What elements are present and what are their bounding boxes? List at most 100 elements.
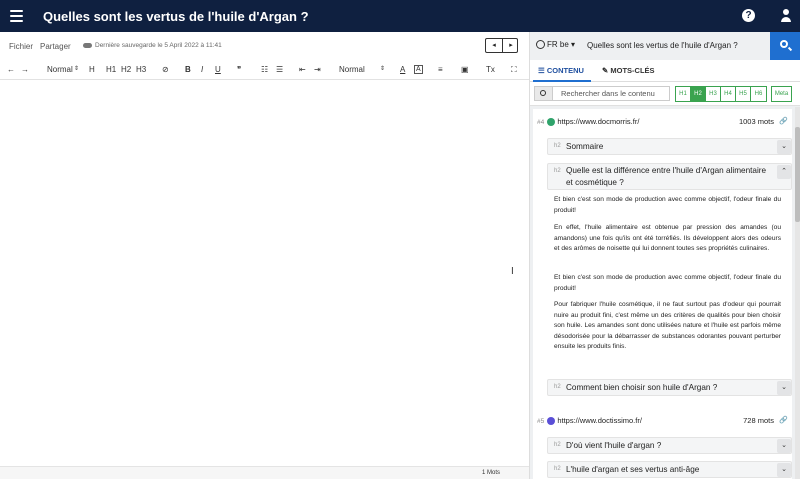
result-rank: #4 (537, 119, 545, 126)
filter-h1[interactable]: H1 (676, 87, 691, 101)
font-size-select[interactable]: Normal (339, 65, 365, 74)
outdent-icon[interactable]: ⇤ (299, 65, 306, 74)
paragraph-style-select[interactable]: Normal (47, 65, 73, 74)
undo-icon[interactable]: ← (7, 65, 15, 74)
chevron-up-icon[interactable]: ⌃ (777, 165, 791, 179)
menu-fichier[interactable]: Fichier (9, 42, 33, 51)
result-word-count: 1003 mots (738, 117, 774, 126)
content-search-placeholder: Rechercher dans le contenu (561, 89, 655, 98)
user-icon[interactable] (779, 9, 792, 23)
heading-row[interactable]: h2 D'où vient l'huile d'argan ? ⌄ (547, 437, 792, 454)
heading-row[interactable]: h2 Quelle est la différence entre l'huil… (547, 163, 792, 190)
search-button[interactable] (770, 32, 800, 60)
prev-version-button[interactable]: ◂ (486, 39, 502, 52)
menu-partager[interactable]: Partager (40, 42, 71, 51)
redo-icon[interactable]: → (21, 65, 29, 74)
status-bar: 1 Mots (0, 466, 529, 479)
chevron-down-icon[interactable]: ⌄ (777, 140, 791, 154)
result-card: #4 https://www.docmorris.fr/ 1003 mots 🔗… (533, 109, 792, 436)
heading-paragraph: Et bien c'est son mode de production ave… (554, 196, 781, 214)
ordered-list-icon[interactable]: ☷ (261, 65, 268, 74)
help-icon[interactable]: ? (742, 9, 755, 22)
external-link-icon[interactable]: 🔗 (779, 117, 788, 125)
tab-contenu-label: CONTENU (546, 66, 584, 75)
filter-h2[interactable]: H2 (691, 87, 706, 101)
heading-tag: h2 (554, 143, 561, 149)
fullscreen-icon[interactable]: ⛶ (511, 65, 517, 75)
heading-row[interactable]: h2 Comment bien choisir son huile d'Arga… (547, 379, 792, 396)
result-card: #5 https://www.doctissimo.fr/ 728 mots 🔗… (533, 408, 792, 479)
h3-button[interactable]: H3 (136, 65, 146, 74)
save-status-text: Dernière sauvegarde le 5 April 2022 à 11… (95, 42, 222, 49)
filter-meta[interactable]: Meta (771, 86, 792, 102)
heading-row[interactable]: h2 Sommaire ⌄ (547, 138, 792, 155)
quote-icon[interactable]: ❞ (237, 65, 241, 74)
external-link-icon[interactable]: 🔗 (779, 416, 788, 424)
chevron-down-icon[interactable]: ⌄ (777, 463, 791, 477)
underline-button[interactable]: U (215, 65, 221, 74)
h1-button[interactable]: H1 (106, 65, 116, 74)
list-icon: ☰ (538, 66, 545, 75)
query-input[interactable]: Quelles sont les vertus de l'huile d'Arg… (587, 41, 738, 50)
menu-icon[interactable] (10, 10, 23, 22)
chevron-down-icon[interactable]: ⌄ (777, 381, 791, 395)
panel-scrollbar[interactable] (795, 107, 800, 479)
globe-icon (536, 40, 545, 50)
document-title: Quelles sont les vertus de l'huile d'Arg… (43, 9, 309, 24)
heading-text: D'où vient l'huile d'argan ? (566, 441, 662, 450)
italic-button[interactable]: I (201, 65, 203, 74)
heading-tag: h2 (554, 384, 561, 390)
result-source[interactable]: #4 https://www.docmorris.fr/ (537, 117, 640, 127)
editor-area[interactable] (0, 81, 529, 466)
site-favicon-icon (547, 118, 556, 127)
chevron-down-icon[interactable]: ⌄ (777, 439, 791, 453)
menu-bar: Fichier Partager Dernière sauvegarde le … (0, 32, 529, 60)
heading-row[interactable]: h2 L'huile d'argan et ses vertus anti-âg… (547, 461, 792, 478)
style-select-chevron-icon: ⇕ (74, 66, 80, 72)
result-url: https://www.docmorris.fr/ (557, 117, 640, 126)
result-url: https://www.doctissimo.fr/ (557, 416, 642, 425)
site-favicon-icon (547, 417, 556, 426)
text-color-icon[interactable]: A (400, 65, 405, 74)
result-source[interactable]: #5 https://www.doctissimo.fr/ (537, 416, 642, 426)
filter-h4[interactable]: H4 (721, 87, 736, 101)
bullet-list-icon[interactable]: ☰ (276, 65, 283, 74)
tab-mots-cles-label: MOTS-CLÉS (610, 66, 655, 75)
results-list: #4 https://www.docmorris.fr/ 1003 mots 🔗… (530, 107, 792, 479)
link-icon[interactable]: ⊘ (162, 65, 169, 74)
filter-h5[interactable]: H5 (736, 87, 751, 101)
scrollbar-thumb[interactable] (795, 127, 800, 222)
tab-contenu[interactable]: ☰ CONTENU (538, 66, 584, 75)
chevron-down-icon: ▾ (571, 40, 576, 49)
background-color-icon[interactable]: A (414, 65, 423, 74)
tab-mots-cles[interactable]: ✎ MOTS-CLÉS (602, 66, 655, 75)
filter-h3[interactable]: H3 (706, 87, 721, 101)
text-cursor-icon: I (511, 266, 514, 277)
bold-button[interactable]: B (185, 65, 191, 74)
h2-button[interactable]: H2 (121, 65, 131, 74)
next-version-button[interactable]: ▸ (503, 39, 519, 52)
heading-tag: h2 (554, 442, 561, 448)
language-select[interactable]: FR be ▾ (536, 40, 576, 50)
heading-paragraph: En effet, l'huile alimentaire est obtenu… (554, 224, 781, 252)
content-search-field[interactable]: Rechercher dans le contenu (534, 86, 670, 101)
heading-paragraph: Et bien c'est son mode de production ave… (554, 274, 781, 292)
clear-format-icon[interactable]: Tx (486, 65, 495, 74)
version-nav: ◂ ▸ (485, 38, 518, 53)
heading-text: Comment bien choisir son huile d'Argan ? (566, 383, 718, 392)
result-word-count: 728 mots (743, 416, 774, 425)
research-panel: FR be ▾ Quelles sont les vertus de l'hui… (529, 32, 800, 479)
save-status: Dernière sauvegarde le 5 April 2022 à 11… (83, 42, 222, 49)
filter-h6[interactable]: H6 (751, 87, 766, 101)
heading-filter-group: H1 H2 H3 H4 H5 H6 (675, 86, 767, 102)
indent-icon[interactable]: ⇥ (314, 65, 321, 74)
heading-paragraph: Pour fabriquer l'huile cosmétique, il ne… (554, 301, 781, 350)
pencil-icon: ✎ (602, 66, 609, 75)
align-icon[interactable]: ≡ (438, 65, 443, 74)
top-bar: Quelles sont les vertus de l'huile d'Arg… (0, 0, 800, 32)
size-select-chevron-icon: ⇕ (380, 66, 386, 72)
result-rank: #5 (537, 418, 545, 425)
word-count: 1 Mots (482, 470, 501, 476)
heading-add-button[interactable]: H (89, 65, 95, 74)
image-icon[interactable]: ▣ (461, 65, 469, 74)
